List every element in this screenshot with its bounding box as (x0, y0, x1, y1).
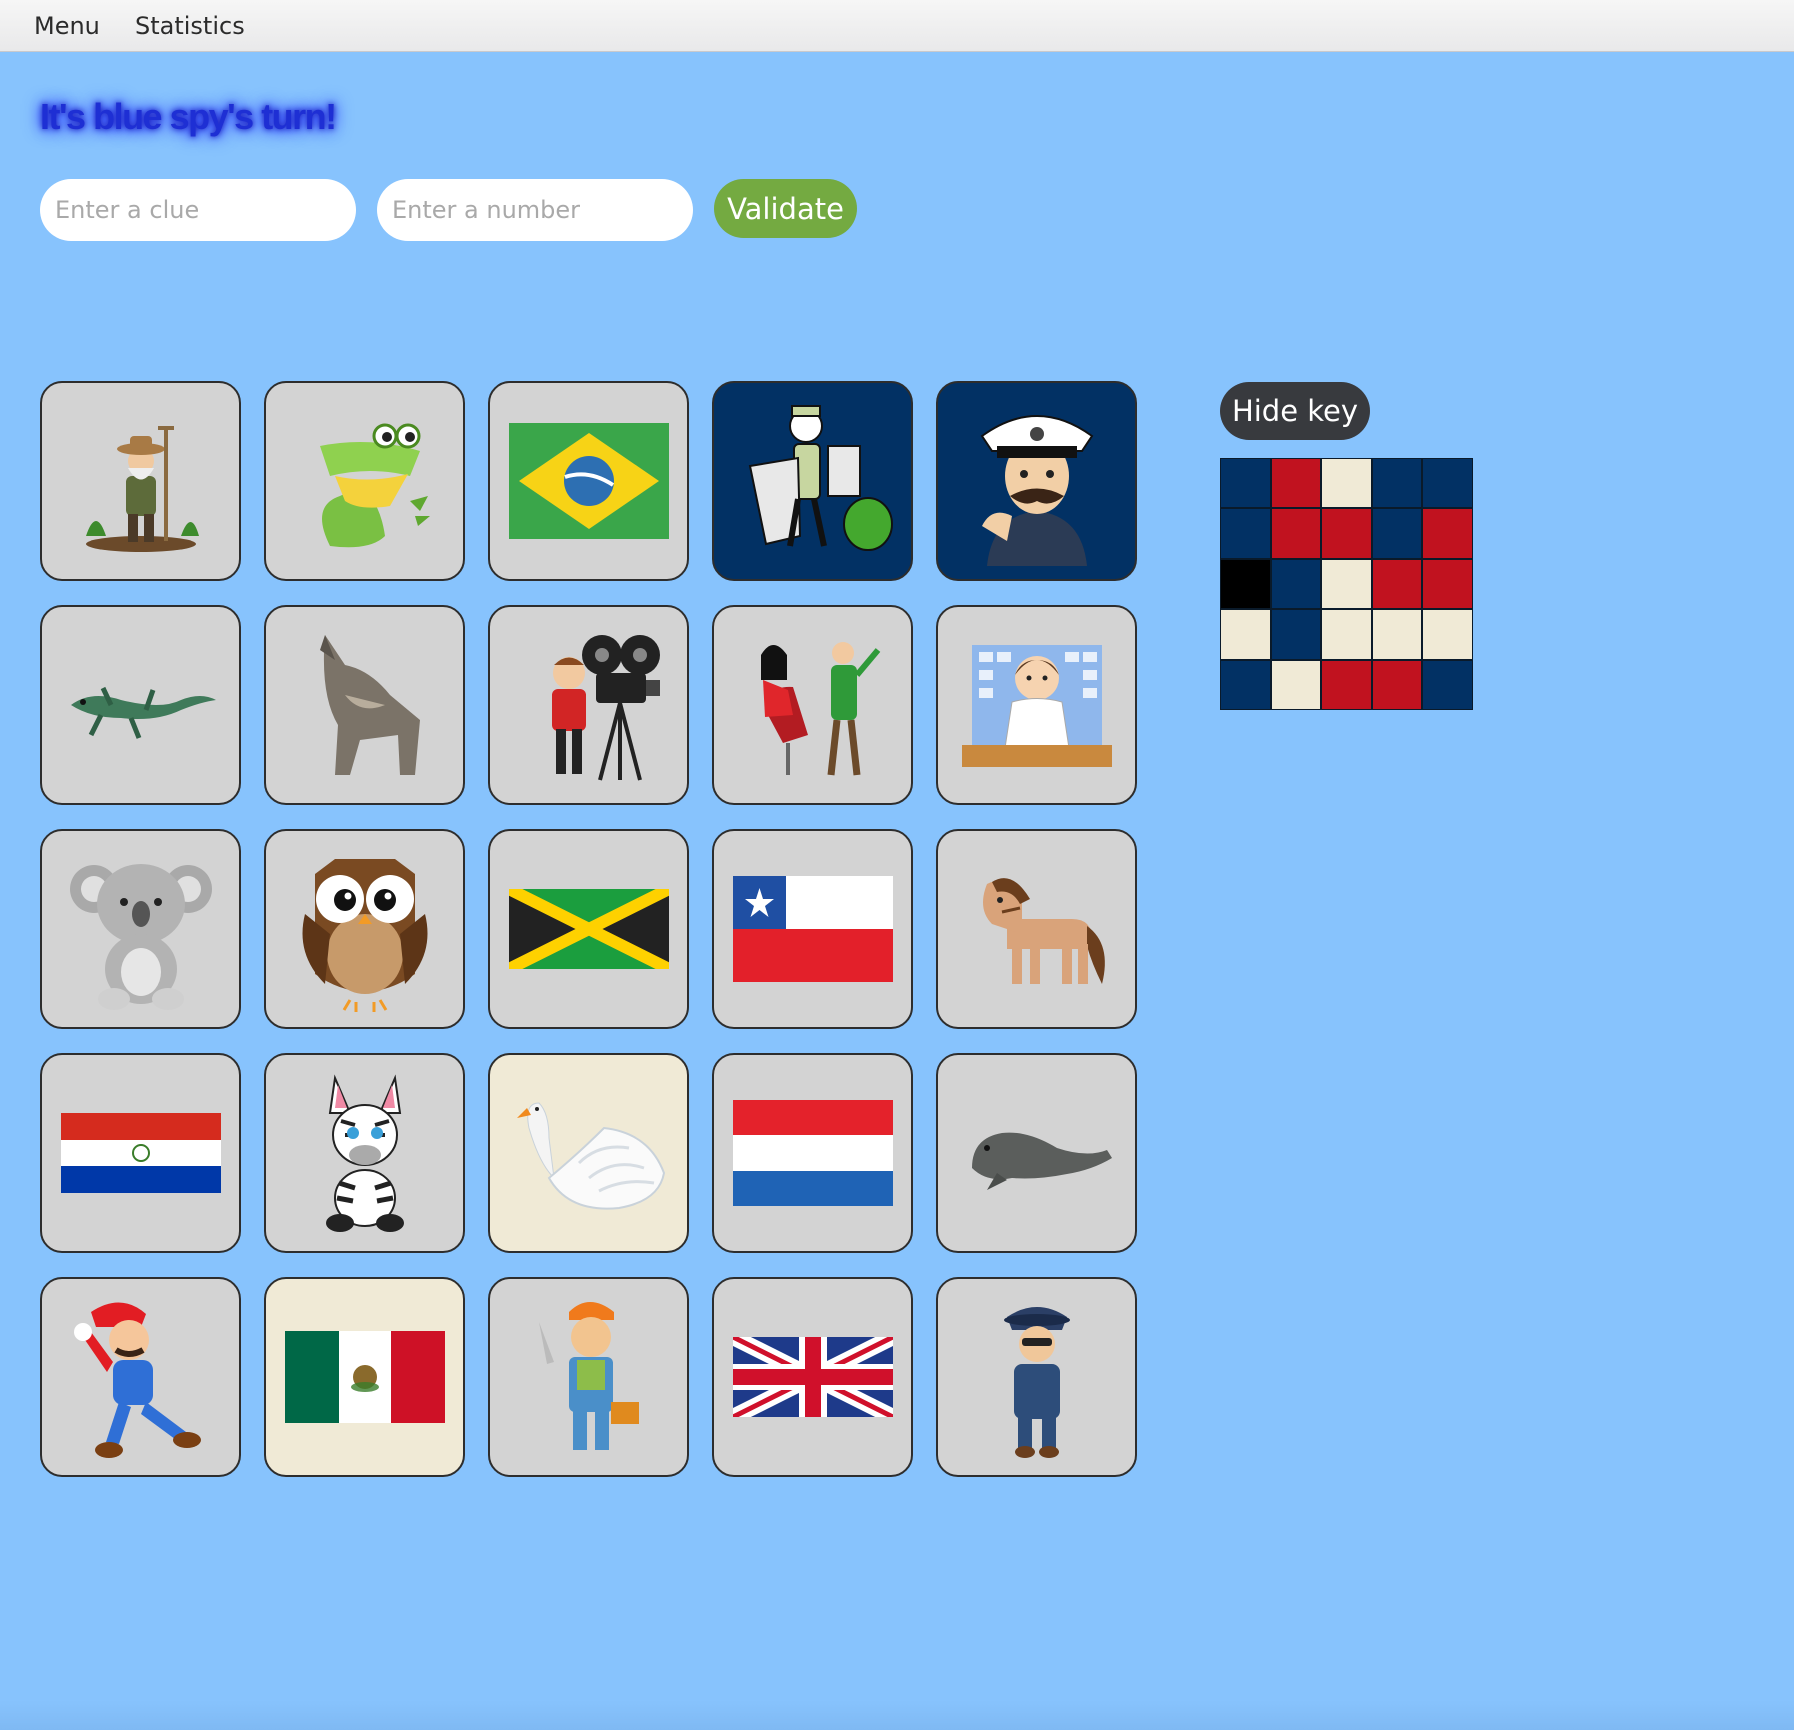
key-cell-neutral (1371, 609, 1423, 660)
gardener-icon (66, 406, 216, 556)
jamaica-flag-card[interactable] (488, 829, 689, 1029)
seal-card[interactable] (936, 1053, 1137, 1253)
brazil-flag-icon (508, 423, 669, 539)
seal-icon (957, 1108, 1117, 1198)
gardener-card[interactable] (40, 381, 241, 581)
key-cell-blue (1220, 458, 1271, 509)
key-grid (1220, 458, 1473, 710)
police-officer-icon (982, 1292, 1092, 1462)
pharmacist-card[interactable] (936, 605, 1137, 805)
construction-worker-card[interactable] (488, 1277, 689, 1477)
key-cell-blue (1270, 609, 1322, 660)
crocodile-icon (290, 406, 440, 556)
hairdresser-card[interactable] (712, 605, 913, 805)
key-cell-blue (1371, 458, 1423, 509)
wolf-icon (290, 625, 440, 785)
number-input[interactable] (377, 179, 693, 241)
key-cell-blue (1270, 558, 1322, 610)
key-cell-red (1371, 558, 1423, 610)
owl-card[interactable] (264, 829, 465, 1029)
wolf-card[interactable] (264, 605, 465, 805)
key-cell-red (1321, 508, 1372, 559)
netherlands-flag-card[interactable] (712, 1053, 913, 1253)
lizard-icon (61, 660, 221, 750)
garbage-collector-card[interactable] (712, 381, 913, 581)
horse-card[interactable] (936, 829, 1137, 1029)
filmmaker-card[interactable] (488, 605, 689, 805)
swan-card[interactable] (488, 1053, 689, 1253)
brazil-flag-card[interactable] (488, 381, 689, 581)
key-cell-neutral (1321, 458, 1372, 509)
key-cell-neutral (1270, 659, 1322, 710)
clue-input[interactable] (40, 179, 356, 241)
netherlands-flag-icon (732, 1100, 893, 1206)
key-cell-red (1422, 558, 1473, 610)
key-cell-blue (1371, 508, 1423, 559)
jamaica-flag-icon (508, 889, 669, 969)
police-officer-card[interactable] (936, 1277, 1137, 1477)
paraguay-flag-icon (60, 1113, 221, 1193)
paraguay-flag-card[interactable] (40, 1053, 241, 1253)
sailor-card[interactable] (936, 381, 1137, 581)
hide-key-button[interactable]: Hide key (1220, 382, 1370, 440)
key-cell-blue (1220, 659, 1271, 710)
key-cell-red (1270, 508, 1322, 559)
validate-button[interactable]: Validate (714, 179, 857, 238)
key-cell-red (1321, 659, 1372, 710)
lizard-card[interactable] (40, 605, 241, 805)
horse-icon (962, 864, 1112, 994)
pharmacist-icon (957, 630, 1117, 780)
key-cell-red (1371, 659, 1423, 710)
menu-bar: Menu Statistics (0, 0, 1794, 52)
uk-flag-card[interactable] (712, 1277, 913, 1477)
key-cell-neutral (1321, 558, 1372, 610)
key-cell-blue (1220, 508, 1271, 559)
swan-icon (509, 1083, 669, 1223)
mario-icon (71, 1292, 211, 1462)
key-cell-neutral (1422, 609, 1473, 660)
hairdresser-icon (733, 625, 893, 785)
koala-card[interactable] (40, 829, 241, 1029)
menu-menu[interactable]: Menu (34, 12, 100, 40)
key-cell-red (1422, 508, 1473, 559)
window-bottom-edge (0, 1700, 1794, 1730)
key-cell-neutral (1220, 609, 1271, 660)
zebra-icon (305, 1073, 425, 1233)
movie-camera-icon (514, 625, 664, 785)
chile-flag-icon (732, 876, 893, 982)
mexico-flag-icon (284, 1331, 445, 1423)
key-cell-red (1270, 458, 1322, 509)
mario-card[interactable] (40, 1277, 241, 1477)
key-cell-blue (1422, 659, 1473, 710)
garbage-collector-icon (728, 396, 898, 566)
mexico-flag-card[interactable] (264, 1277, 465, 1477)
crocodile-card[interactable] (264, 381, 465, 581)
construction-worker-icon (519, 1292, 659, 1462)
menu-statistics[interactable]: Statistics (135, 12, 245, 40)
owl-icon (290, 844, 440, 1014)
koala-icon (66, 844, 216, 1014)
zebra-card[interactable] (264, 1053, 465, 1253)
sailor-captain-icon (962, 396, 1112, 566)
key-cell-blue (1422, 458, 1473, 509)
turn-indicator: It's blue spy's turn! (40, 96, 337, 137)
key-cell-neutral (1321, 609, 1372, 660)
uk-flag-icon (732, 1337, 893, 1417)
chile-flag-card[interactable] (712, 829, 913, 1029)
key-cell-assassin (1220, 558, 1271, 610)
